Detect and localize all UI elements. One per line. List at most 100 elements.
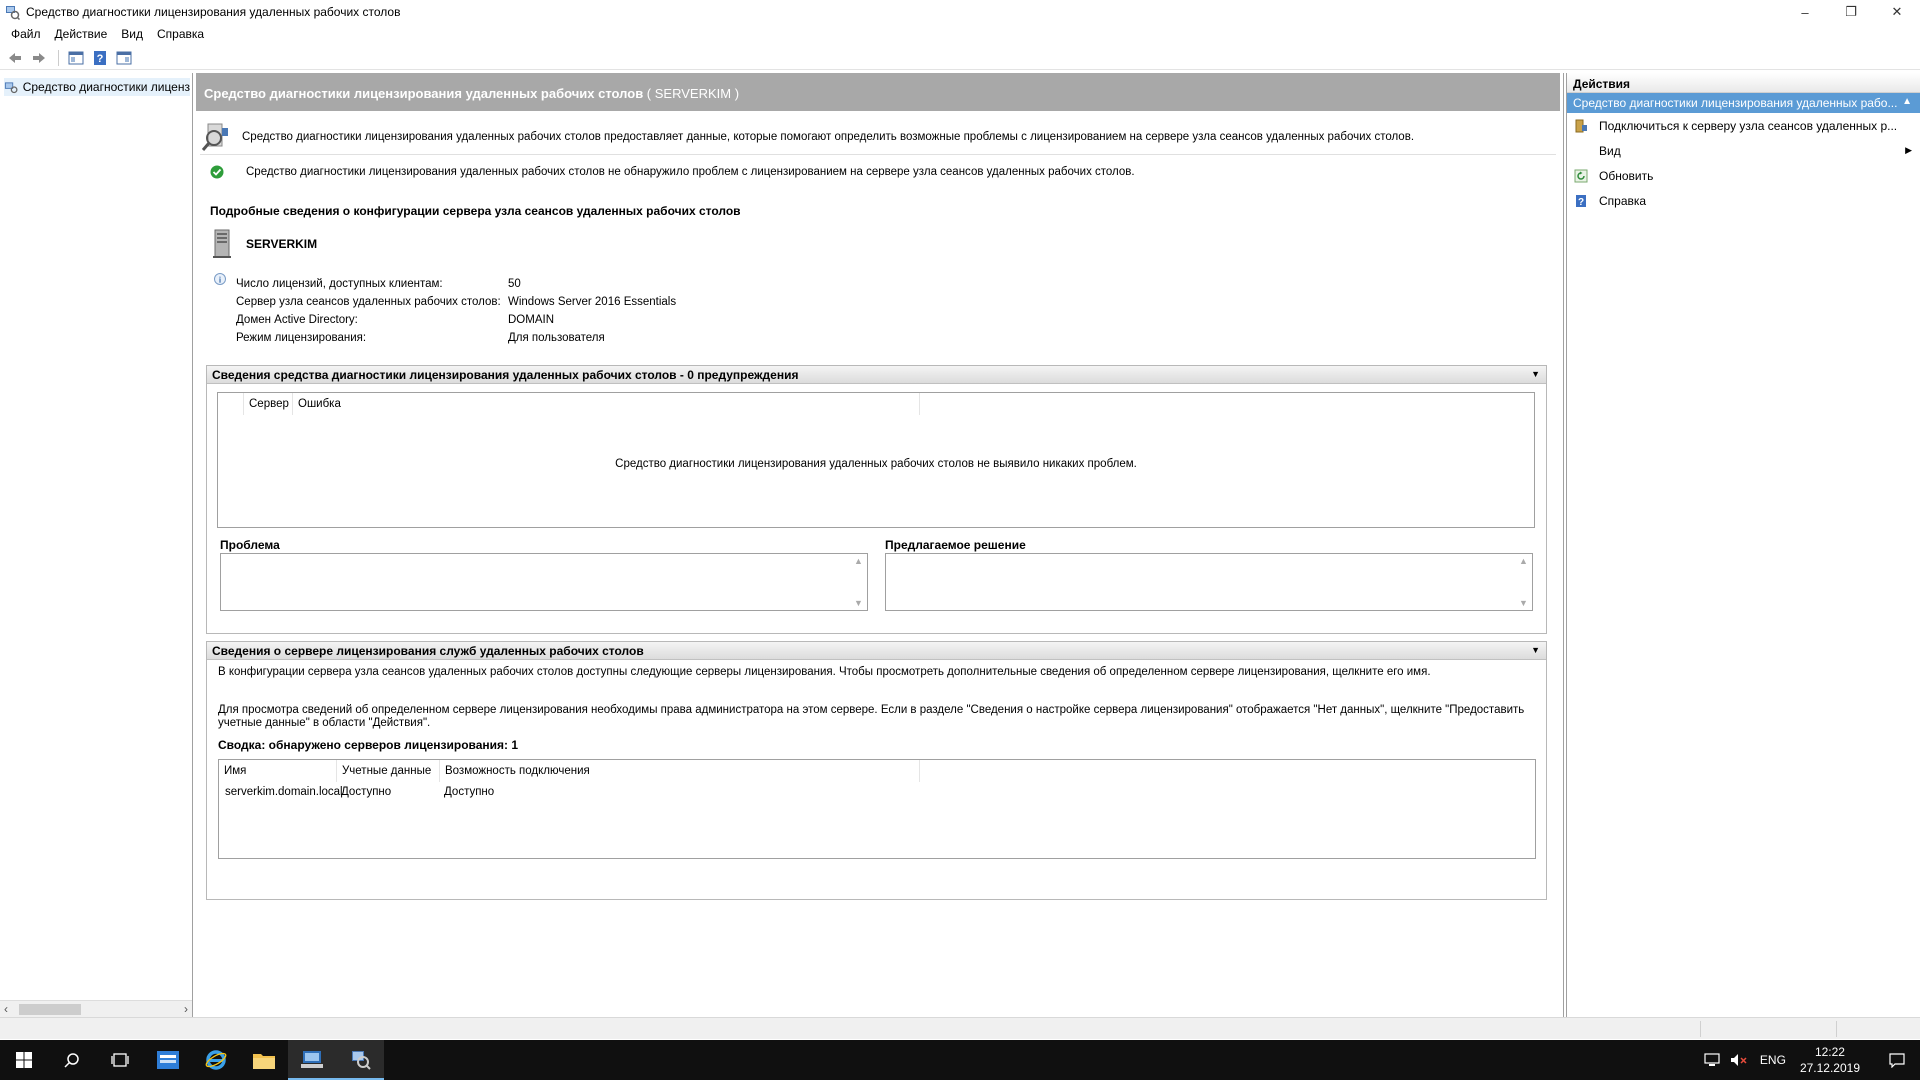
menu-action[interactable]: Действие (48, 27, 115, 41)
column-server[interactable]: Сервер (244, 393, 293, 415)
results-header-server: ( SERVERKIM ) (643, 86, 740, 101)
taskbar-licensing-diagnoser[interactable] (336, 1040, 384, 1080)
column-name[interactable]: Имя (219, 760, 337, 782)
scroll-down-icon[interactable]: ▼ (854, 598, 863, 608)
actions-group-header[interactable]: Средство диагностики лицензирования удал… (1567, 93, 1920, 113)
license-servers-list[interactable]: Имя Учетные данные Возможность подключен… (218, 759, 1536, 859)
network-icon[interactable] (1704, 1053, 1720, 1067)
menu-bar: Файл Действие Вид Справка (0, 24, 1920, 44)
search-button[interactable] (48, 1040, 96, 1080)
help-toolbar-button[interactable]: ? (89, 48, 111, 68)
config-value: Для пользователя (508, 332, 605, 344)
config-key: Сервер узла сеансов удаленных рабочих ст… (236, 296, 501, 308)
collapse-icon[interactable]: ▼ (1531, 645, 1540, 655)
clock-time: 12:22 (1814, 1045, 1845, 1059)
taskbar-rd-manager[interactable] (288, 1040, 336, 1080)
problem-scrollbar[interactable]: ▲ ▼ (850, 554, 867, 610)
server-manager-icon (157, 1051, 179, 1069)
connectivity-cell: Доступно (444, 786, 495, 798)
status-ok-row: Средство диагностики лицензирования удал… (210, 165, 1135, 179)
action-refresh[interactable]: Обновить (1567, 163, 1920, 188)
forward-arrow-icon (33, 52, 45, 63)
action-label: Вид (1599, 143, 1621, 158)
internet-explorer-icon (205, 1050, 227, 1070)
tree-horizontal-scrollbar[interactable]: ‹ › (0, 1000, 192, 1017)
menu-help[interactable]: Справка (150, 27, 211, 41)
table-row[interactable]: serverkim.domain.local Доступно Доступно (219, 783, 640, 801)
license-info-text-2: Для просмотра сведений об определенном с… (218, 704, 1525, 729)
scroll-up-icon[interactable]: ▲ (1519, 556, 1528, 566)
windows-logo-icon (16, 1052, 32, 1068)
action-label: Обновить (1599, 168, 1654, 183)
results-header: Средство диагностики лицензирования удал… (196, 73, 1560, 111)
action-label: Подключиться к серверу узла сеансов удал… (1599, 118, 1898, 133)
connect-server-icon (1573, 118, 1589, 134)
config-key: Домен Active Directory: (236, 314, 358, 326)
show-actions-button[interactable] (113, 48, 135, 68)
scroll-down-icon[interactable]: ▼ (1519, 598, 1528, 608)
clock[interactable]: 12:22 27.12.2019 (1800, 1044, 1860, 1076)
restore-button[interactable]: ❐ (1828, 0, 1874, 24)
status-cell (1700, 1021, 1701, 1037)
tree-item-licensing-diagnoser[interactable]: Средство диагностики лиценз (4, 78, 190, 96)
volume-muted-icon[interactable] (1730, 1053, 1748, 1067)
back-button[interactable] (4, 48, 26, 68)
license-section-header[interactable]: Сведения о сервере лицензирования служб … (207, 642, 1546, 660)
scroll-left-icon[interactable]: ‹ (4, 1002, 8, 1016)
column-status[interactable] (218, 393, 244, 415)
scroll-right-icon[interactable]: › (184, 1002, 188, 1016)
server-icon (213, 229, 231, 258)
column-connectivity[interactable]: Возможность подключения (440, 760, 920, 782)
window-title: Средство диагностики лицензирования удал… (26, 5, 401, 19)
problem-textbox[interactable]: ▲ ▼ (220, 553, 868, 611)
taskbar-internet-explorer[interactable] (192, 1040, 240, 1080)
start-button[interactable] (0, 1040, 48, 1080)
warnings-list-header: Сервер Ошибка (218, 393, 920, 415)
column-error[interactable]: Ошибка (293, 393, 920, 415)
solution-scrollbar[interactable]: ▲ ▼ (1515, 554, 1532, 610)
server-name-cell[interactable]: serverkim.domain.local (219, 786, 343, 798)
warnings-section-header[interactable]: Сведения средства диагностики лицензиров… (207, 366, 1546, 384)
forward-button[interactable] (28, 48, 50, 68)
menu-view[interactable]: Вид (114, 27, 150, 41)
results-pane: Средство диагностики лицензирования удал… (196, 73, 1564, 1017)
results-header-title: Средство диагностики лицензирования удал… (204, 86, 644, 101)
problem-label: Проблема (220, 538, 280, 552)
solution-textbox[interactable]: ▲ ▼ (885, 553, 1533, 611)
action-connect-server[interactable]: Подключиться к серверу узла сеансов удал… (1567, 113, 1920, 138)
collapse-up-icon[interactable]: ▲ (1902, 96, 1912, 107)
close-button[interactable]: ✕ (1874, 0, 1920, 24)
language-indicator[interactable]: ENG (1760, 1053, 1786, 1067)
back-arrow-icon (9, 52, 21, 63)
rd-licensing-icon (4, 82, 18, 94)
help-icon: ? (1573, 193, 1589, 209)
column-credentials[interactable]: Учетные данные (337, 760, 440, 782)
action-view[interactable]: Вид ▶ (1567, 138, 1920, 163)
taskbar-file-explorer[interactable] (240, 1040, 288, 1080)
credentials-cell: Доступно (341, 786, 392, 798)
menu-file[interactable]: Файл (4, 27, 48, 41)
notifications-button[interactable] (1874, 1040, 1920, 1080)
show-tree-button[interactable] (65, 48, 87, 68)
minimize-button[interactable]: – (1782, 0, 1828, 24)
taskbar-server-manager[interactable] (144, 1040, 192, 1080)
license-section-title: Сведения о сервере лицензирования служб … (212, 644, 644, 658)
rd-manager-icon (301, 1051, 323, 1068)
config-details-title: Подробные сведения о конфигурации сервер… (210, 204, 741, 218)
task-view-button[interactable] (96, 1040, 144, 1080)
collapse-icon[interactable]: ▼ (1531, 369, 1540, 379)
check-ok-icon (210, 165, 224, 179)
license-info-text-1: В конфигурации сервера узла сеансов удал… (218, 666, 1431, 678)
taskbar: ENG 12:22 27.12.2019 (0, 1040, 1920, 1080)
scroll-up-icon[interactable]: ▲ (854, 556, 863, 566)
help-icon: ? (94, 50, 106, 65)
server-name: SERVERKIM (246, 237, 318, 251)
config-value: 50 (508, 278, 521, 290)
notification-icon (1889, 1053, 1905, 1068)
config-key: Число лицензий, доступных клиентам: (236, 278, 443, 290)
warnings-list[interactable]: Сервер Ошибка Средство диагностики лицен… (217, 392, 1535, 528)
action-help[interactable]: ? Справка (1567, 188, 1920, 213)
solution-label: Предлагаемое решение (885, 538, 1026, 552)
scrollbar-thumb[interactable] (19, 1004, 81, 1015)
config-value: Windows Server 2016 Essentials (508, 296, 677, 308)
